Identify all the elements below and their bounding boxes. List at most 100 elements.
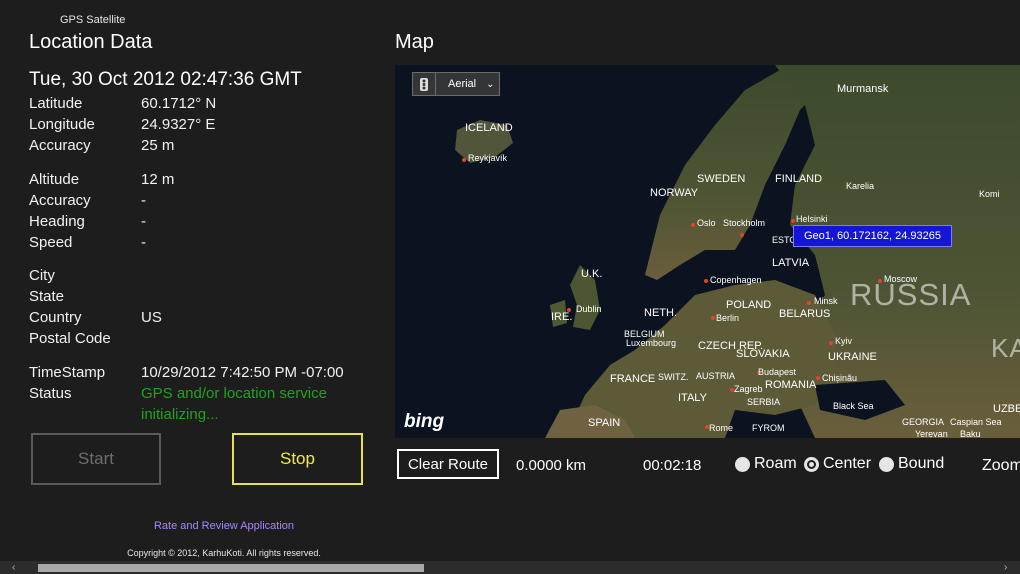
label-italy: ITALY (678, 392, 707, 404)
traffic-icon[interactable] (413, 73, 436, 95)
roam-label[interactable]: Roam (754, 455, 797, 473)
longitude-value: 24.9327° E (141, 116, 216, 133)
label-zagreb: Zagreb (734, 384, 763, 394)
altitude-group: Altitude Accuracy Heading Speed (29, 169, 91, 253)
label-helsinki: Helsinki (796, 214, 828, 224)
radio-unchecked-icon[interactable] (879, 456, 894, 472)
label-yerevan: Yerevan (915, 429, 948, 438)
app-title: GPS Satellite (60, 14, 126, 26)
radio-unchecked-icon[interactable] (735, 456, 750, 472)
label-murmansk: Murmansk (837, 83, 889, 95)
label-uzbe: UZBE (993, 403, 1020, 415)
country-value: US (141, 309, 162, 326)
label-romania: ROMANIA (765, 379, 817, 391)
state-label: State (29, 288, 65, 305)
label-ukraine: UKRAINE (828, 351, 877, 363)
helsinki-marker (791, 219, 795, 223)
altitude-accuracy-value: - (141, 192, 146, 209)
label-copenhagen: Copenhagen (710, 275, 762, 285)
bound-radio[interactable]: Bound (879, 455, 944, 473)
current-datetime: Tue, 30 Oct 2012 02:47:36 GMT (29, 69, 302, 90)
center-radio[interactable]: Center (804, 455, 871, 473)
location-pin-label[interactable]: Geo1, 60.172162, 24.93265 (793, 225, 953, 247)
zoom-label: Zoom (982, 457, 1020, 474)
map-view[interactable]: Aerial ⌄ Murmansk ICELAND Reykjavík SWED… (395, 65, 1020, 438)
latitude-value: 60.1712° N (141, 95, 217, 112)
label-spain: SPAIN (588, 417, 621, 429)
label-neth: NETH. (644, 307, 677, 319)
accuracy-label: Accuracy (29, 137, 91, 154)
radio-checked-icon[interactable] (804, 456, 819, 472)
map-style-control[interactable]: Aerial ⌄ (412, 72, 500, 96)
bound-label[interactable]: Bound (898, 455, 944, 473)
scroll-right-icon[interactable]: › (1004, 561, 1007, 574)
chisinau-marker (816, 376, 820, 380)
chevron-down-icon[interactable]: ⌄ (486, 79, 494, 90)
heading-value: - (141, 213, 146, 230)
state-value (141, 286, 162, 307)
address-group: City State Country Postal Code (29, 265, 111, 349)
reykjavik-marker (462, 158, 466, 162)
label-sweden: SWEDEN (697, 173, 746, 185)
altitude-label: Altitude (29, 171, 80, 188)
label-black-sea: Black Sea (833, 401, 874, 411)
label-latvia: LATVIA (772, 257, 810, 269)
country-label: Country (29, 309, 82, 326)
map-style-label[interactable]: Aerial (448, 78, 476, 90)
label-ka: KA (991, 333, 1020, 363)
status-line-2: initializing... (141, 406, 219, 423)
timestamp-label: TimeStamp (29, 364, 106, 381)
label-austria: AUSTRIA (696, 371, 736, 381)
label-iceland: ICELAND (465, 122, 513, 134)
label-berlin: Berlin (716, 313, 740, 323)
map-terrain (395, 65, 1020, 438)
clear-route-button[interactable]: Clear Route (397, 449, 499, 479)
label-serbia: SERBIA (747, 397, 781, 407)
label-luxembourg: Luxembourg (626, 338, 677, 348)
stop-button[interactable]: Stop (232, 433, 363, 485)
label-georgia: GEORGIA (902, 417, 945, 427)
label-france: FRANCE (610, 373, 656, 385)
label-poland: POLAND (726, 299, 772, 311)
label-oslo: Oslo (697, 218, 716, 228)
scroll-left-icon[interactable]: ‹ (12, 561, 15, 574)
status-value: GPS and/or location service initializing… (141, 383, 327, 425)
longitude-label: Longitude (29, 116, 95, 133)
label-norway: NORWAY (650, 187, 699, 199)
label-russia: RUSSIA (850, 277, 972, 312)
postal-code-value (141, 328, 162, 349)
roam-radio[interactable]: Roam (735, 455, 797, 473)
label-rome: Rome (709, 423, 734, 433)
route-distance: 0.0000 km (516, 457, 587, 474)
altitude-values: 12 m - - - (141, 169, 174, 253)
label-komi: Komi (979, 189, 1000, 199)
bing-logo: bing (404, 411, 445, 432)
speed-label: Speed (29, 234, 73, 251)
speed-value: - (141, 234, 146, 251)
copenhagen-marker (704, 279, 708, 283)
status-label: Status (29, 385, 72, 402)
kyiv-marker (829, 341, 833, 345)
rate-review-link[interactable]: Rate and Review Application (0, 520, 448, 532)
timestamp-value: 10/29/2012 7:42:50 PM -07:00 (141, 364, 344, 381)
city-label: City (29, 267, 55, 284)
scroll-thumb[interactable] (38, 564, 424, 572)
position-values: 60.1712° N 24.9327° E 25 m (141, 93, 216, 156)
oslo-marker (691, 223, 695, 227)
heading-label: Heading (29, 213, 85, 230)
label-minsk: Minsk (814, 296, 838, 306)
horizontal-scrollbar[interactable]: ‹ › (0, 561, 1020, 574)
label-slovakia: SLOVAKIA (736, 348, 790, 360)
center-label[interactable]: Center (823, 455, 871, 473)
label-uk: U.K. (581, 268, 603, 280)
label-reykjavik: Reykjavík (468, 153, 508, 163)
address-values: US (141, 265, 162, 349)
berlin-marker (711, 316, 715, 320)
postal-code-label: Postal Code (29, 330, 111, 347)
minsk-marker (807, 301, 811, 305)
start-button[interactable]: Start (31, 433, 161, 485)
map-heading: Map (395, 31, 434, 53)
label-dublin: Dublin (576, 304, 602, 314)
latitude-label: Latitude (29, 95, 83, 112)
accuracy-value: 25 m (141, 137, 175, 154)
